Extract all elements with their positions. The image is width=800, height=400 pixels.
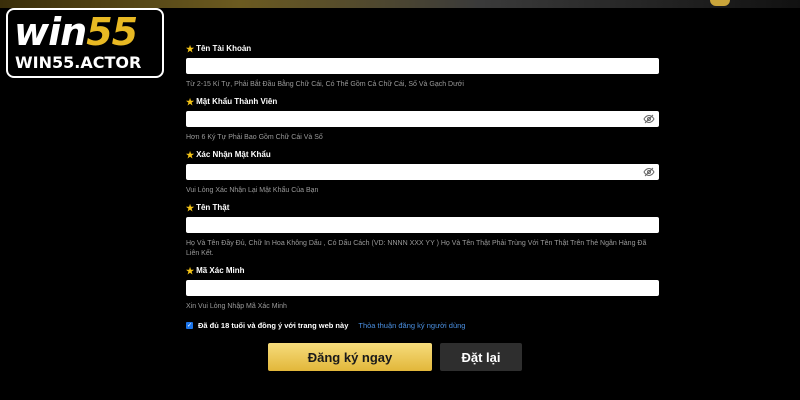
username-hint: Từ 2-15 Kí Tự, Phải Bắt Đầu Bằng Chữ Cái…	[186, 81, 464, 88]
password-hint: Hơn 6 Ký Tự Phải Bao Gồm Chữ Cái Và Số	[186, 134, 323, 141]
terms-agreement: ✓ Đã đủ 18 tuổi và đồng ý với trang web …	[186, 321, 465, 330]
password-label: ★ Mật Khẩu Thành Viên	[186, 97, 661, 107]
star-icon: ★	[186, 44, 195, 54]
site-logo[interactable]: win55 WIN55.ACTOR	[6, 8, 164, 78]
real-name-label: ★ Tên Thật	[186, 203, 661, 213]
username-input[interactable]	[186, 58, 659, 74]
check-icon: ✓	[186, 323, 193, 329]
terms-checkbox[interactable]: ✓	[186, 322, 193, 329]
logo-word-55: 55	[86, 10, 138, 54]
logo-wordmark: win55	[14, 8, 138, 56]
username-label: ★ Tên Tài Khoản	[186, 44, 661, 54]
verification-field-group: ★ Mã Xác Minh Xin Vui Lòng Nhập Mã Xác Mi…	[186, 266, 661, 312]
password-label-text: Mật Khẩu Thành Viên	[196, 97, 278, 106]
username-field-group: ★ Tên Tài Khoản Từ 2-15 Kí Tự, Phải Bắt Đ…	[186, 44, 661, 90]
terms-link[interactable]: Thỏa thuận đăng ký người dùng	[358, 321, 465, 330]
real-name-input[interactable]	[186, 217, 659, 233]
confirm-password-hint: Vui Lòng Xác Nhận Lại Mật Khẩu Của Bạn	[186, 187, 319, 194]
star-icon: ★	[186, 266, 195, 276]
logo-word-win: win	[14, 10, 87, 54]
eye-slash-icon[interactable]	[643, 166, 655, 178]
star-icon: ★	[186, 97, 195, 107]
password-field-group: ★ Mật Khẩu Thành Viên Hơn 6 Ký Tự Phải Ba…	[186, 97, 661, 143]
verification-code-input[interactable]	[186, 280, 659, 296]
logo-domain: WIN55.ACTOR	[15, 53, 142, 72]
confirm-password-label: ★ Xác Nhận Mật Khẩu	[186, 150, 661, 160]
confirm-password-field-group: ★ Xác Nhận Mật Khẩu Vui Lòng Xác Nhận Lại…	[186, 150, 661, 196]
confirm-password-input[interactable]	[186, 164, 659, 180]
real-name-field-group: ★ Tên Thật Họ Và Tên Đầy Đủ, Chữ In Hoa K…	[186, 203, 661, 259]
username-label-text: Tên Tài Khoản	[196, 44, 252, 53]
verification-hint: Xin Vui Lòng Nhập Mã Xác Minh	[186, 303, 287, 310]
eye-slash-icon[interactable]	[643, 113, 655, 125]
password-input[interactable]	[186, 111, 659, 127]
real-name-label-text: Tên Thật	[196, 203, 230, 212]
top-banner-strip	[0, 0, 800, 8]
star-icon: ★	[186, 150, 195, 160]
confirm-password-label-text: Xác Nhận Mật Khẩu	[196, 150, 271, 159]
terms-text: Đã đủ 18 tuổi và đồng ý với trang web nà…	[198, 321, 349, 330]
verification-label-text: Mã Xác Minh	[196, 266, 245, 275]
reset-button[interactable]: Đặt lại	[440, 343, 522, 371]
verification-label: ★ Mã Xác Minh	[186, 266, 661, 276]
register-button[interactable]: Đăng ký ngay	[268, 343, 432, 371]
banner-edge	[710, 0, 730, 6]
real-name-hint: Họ Và Tên Đầy Đủ, Chữ In Hoa Không Dấu ,…	[186, 240, 647, 257]
star-icon: ★	[186, 203, 195, 213]
